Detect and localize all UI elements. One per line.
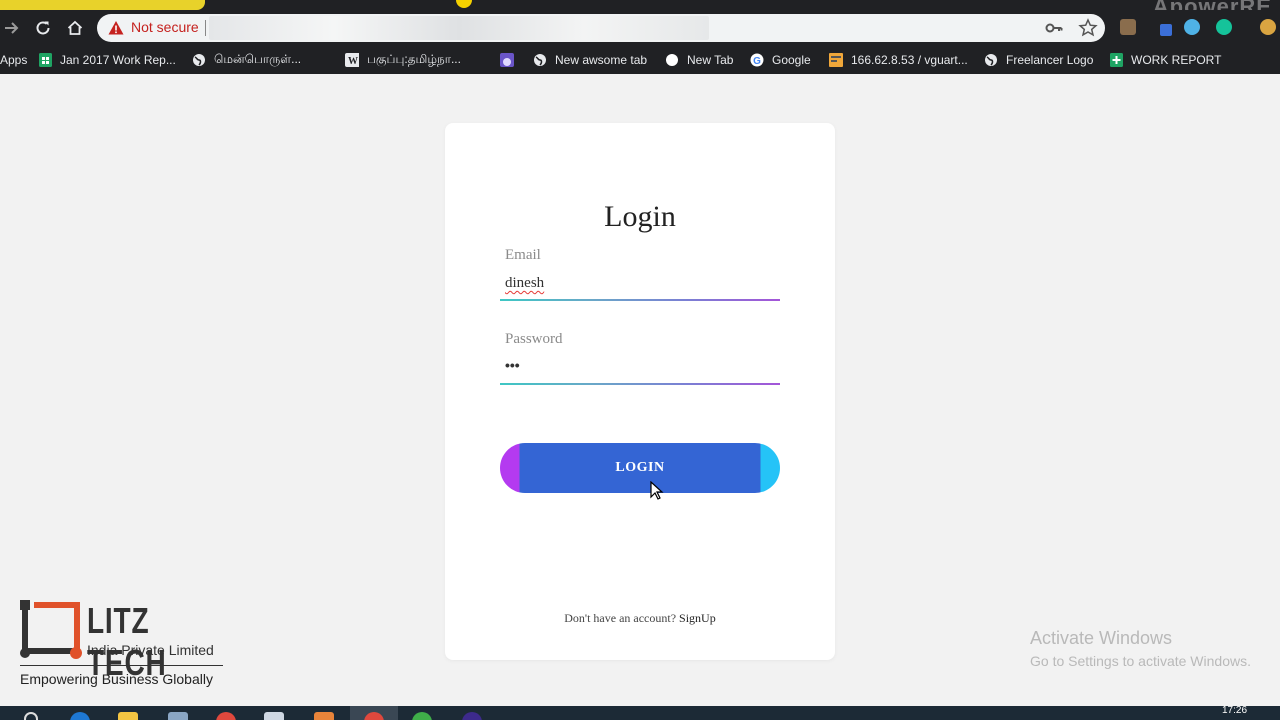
phpmyadmin-icon — [829, 53, 843, 67]
purple-bookmark-icon — [500, 53, 514, 67]
bookmark-item[interactable]: W பகுப்பு:தமிழ்நா... — [345, 52, 461, 68]
app-icon[interactable] — [216, 712, 236, 720]
bookmark-item[interactable] — [500, 52, 514, 68]
signup-prompt: Don't have an account? SignUp — [445, 611, 835, 626]
bookmark-label: Apps — [0, 53, 28, 67]
extension-icon[interactable] — [1120, 19, 1136, 35]
file-explorer-icon[interactable] — [118, 712, 138, 720]
bookmark-label: Jan 2017 Work Rep... — [60, 53, 176, 67]
activate-title: Activate Windows — [1030, 628, 1173, 648]
grammarly-icon[interactable] — [1216, 19, 1232, 35]
email-field: Email dinesh — [500, 247, 780, 309]
mouse-cursor-icon — [650, 481, 664, 500]
signup-link[interactable]: SignUp — [679, 611, 716, 625]
logo-tagline: Empowering Business Globally — [20, 671, 213, 687]
bookmark-label: New Tab — [687, 53, 734, 67]
star-icon[interactable] — [1078, 18, 1098, 38]
logo-subtitle: India Private Limited — [87, 642, 214, 658]
search-icon[interactable] — [24, 712, 38, 720]
globe-icon — [192, 53, 206, 67]
address-bar[interactable]: Not secure — [97, 14, 1105, 42]
password-underline — [500, 383, 780, 385]
bookmark-item[interactable]: WORK REPORT — [1109, 52, 1221, 68]
login-button[interactable]: LOGIN — [500, 443, 780, 493]
bookmark-label: Google — [772, 53, 811, 67]
wikipedia-icon: W — [345, 53, 359, 67]
bookmark-label: மென்பொருள்... — [214, 52, 302, 66]
bookmark-label: பகுப்பு:தமிழ்நா... — [367, 52, 461, 66]
login-title: Login — [604, 200, 676, 233]
active-tab[interactable] — [0, 0, 205, 10]
taskbar: 17:26 — [0, 705, 1280, 720]
password-input[interactable]: ••• — [505, 357, 520, 373]
home-icon[interactable] — [63, 16, 87, 40]
google-icon: G — [750, 53, 764, 67]
email-underline — [500, 299, 780, 301]
logo-mark-icon — [20, 600, 82, 659]
svg-text:G: G — [753, 56, 761, 67]
tab-strip: ApowerRE — [0, 0, 1280, 19]
browser-toolbar: Not secure — [0, 10, 1280, 46]
bookmark-label: 166.62.8.53 / vguart... — [851, 53, 968, 67]
svg-text:W: W — [348, 56, 358, 67]
profile-avatar[interactable] — [1260, 19, 1276, 35]
bookmark-apps[interactable]: Apps — [0, 52, 27, 68]
bookmark-label: WORK REPORT — [1131, 53, 1222, 67]
edge-icon[interactable] — [70, 712, 90, 720]
bookmarks-bar: Apps Jan 2017 Work Rep... மென்பொருள்... … — [0, 46, 1280, 74]
login-card: Login Email dinesh Password ••• LOGIN Do… — [445, 123, 835, 660]
bookmark-item[interactable]: 166.62.8.53 / vguart... — [829, 52, 968, 68]
bookmark-item[interactable]: மென்பொருள்... — [192, 52, 301, 68]
sheets-plus-icon — [1109, 53, 1123, 67]
sheets-icon — [38, 53, 52, 67]
not-secure-label[interactable]: Not secure — [131, 19, 199, 35]
key-icon[interactable] — [1045, 20, 1063, 36]
activate-subtitle: Go to Settings to activate Windows. — [1030, 653, 1251, 669]
app-icon[interactable] — [168, 712, 188, 720]
taskbar-clock[interactable]: 17:26 — [1222, 705, 1247, 716]
blurred-url[interactable] — [209, 16, 709, 40]
activate-windows-watermark: Activate Windows Go to Settings to activ… — [1030, 628, 1251, 669]
app-icon[interactable] — [412, 712, 432, 720]
globe-icon — [533, 53, 547, 67]
signup-prompt-text: Don't have an account? — [564, 611, 677, 625]
email-input[interactable]: dinesh — [505, 275, 544, 292]
company-logo: LITZ TECH India Private Limited Empoweri… — [20, 600, 230, 690]
reload-icon[interactable] — [31, 16, 55, 40]
extension-dot — [456, 0, 472, 8]
globe-icon — [984, 53, 998, 67]
bookmark-item[interactable]: Jan 2017 Work Rep... — [38, 52, 176, 68]
forward-icon[interactable] — [0, 16, 24, 40]
logo-rule — [20, 665, 223, 666]
circle-icon — [665, 53, 679, 67]
app-icon[interactable] — [264, 712, 284, 720]
bookmark-item[interactable]: G Google — [750, 52, 811, 68]
password-label: Password — [505, 331, 563, 347]
bookmark-item[interactable]: Freelancer Logo — [984, 52, 1093, 68]
warning-icon[interactable] — [108, 20, 124, 36]
bookmark-label: Freelancer Logo — [1006, 53, 1094, 67]
address-separator — [205, 20, 206, 36]
bookmark-item[interactable]: New awsome tab — [533, 52, 647, 68]
badge-icon[interactable] — [1160, 24, 1172, 36]
app-icon[interactable] — [314, 712, 334, 720]
app-icon[interactable] — [462, 712, 482, 720]
password-field: Password ••• — [500, 331, 780, 393]
bookmark-label: New awsome tab — [555, 53, 648, 67]
extension-icon[interactable] — [1184, 19, 1200, 35]
bookmark-item[interactable]: New Tab — [665, 52, 733, 68]
email-label: Email — [505, 247, 541, 263]
